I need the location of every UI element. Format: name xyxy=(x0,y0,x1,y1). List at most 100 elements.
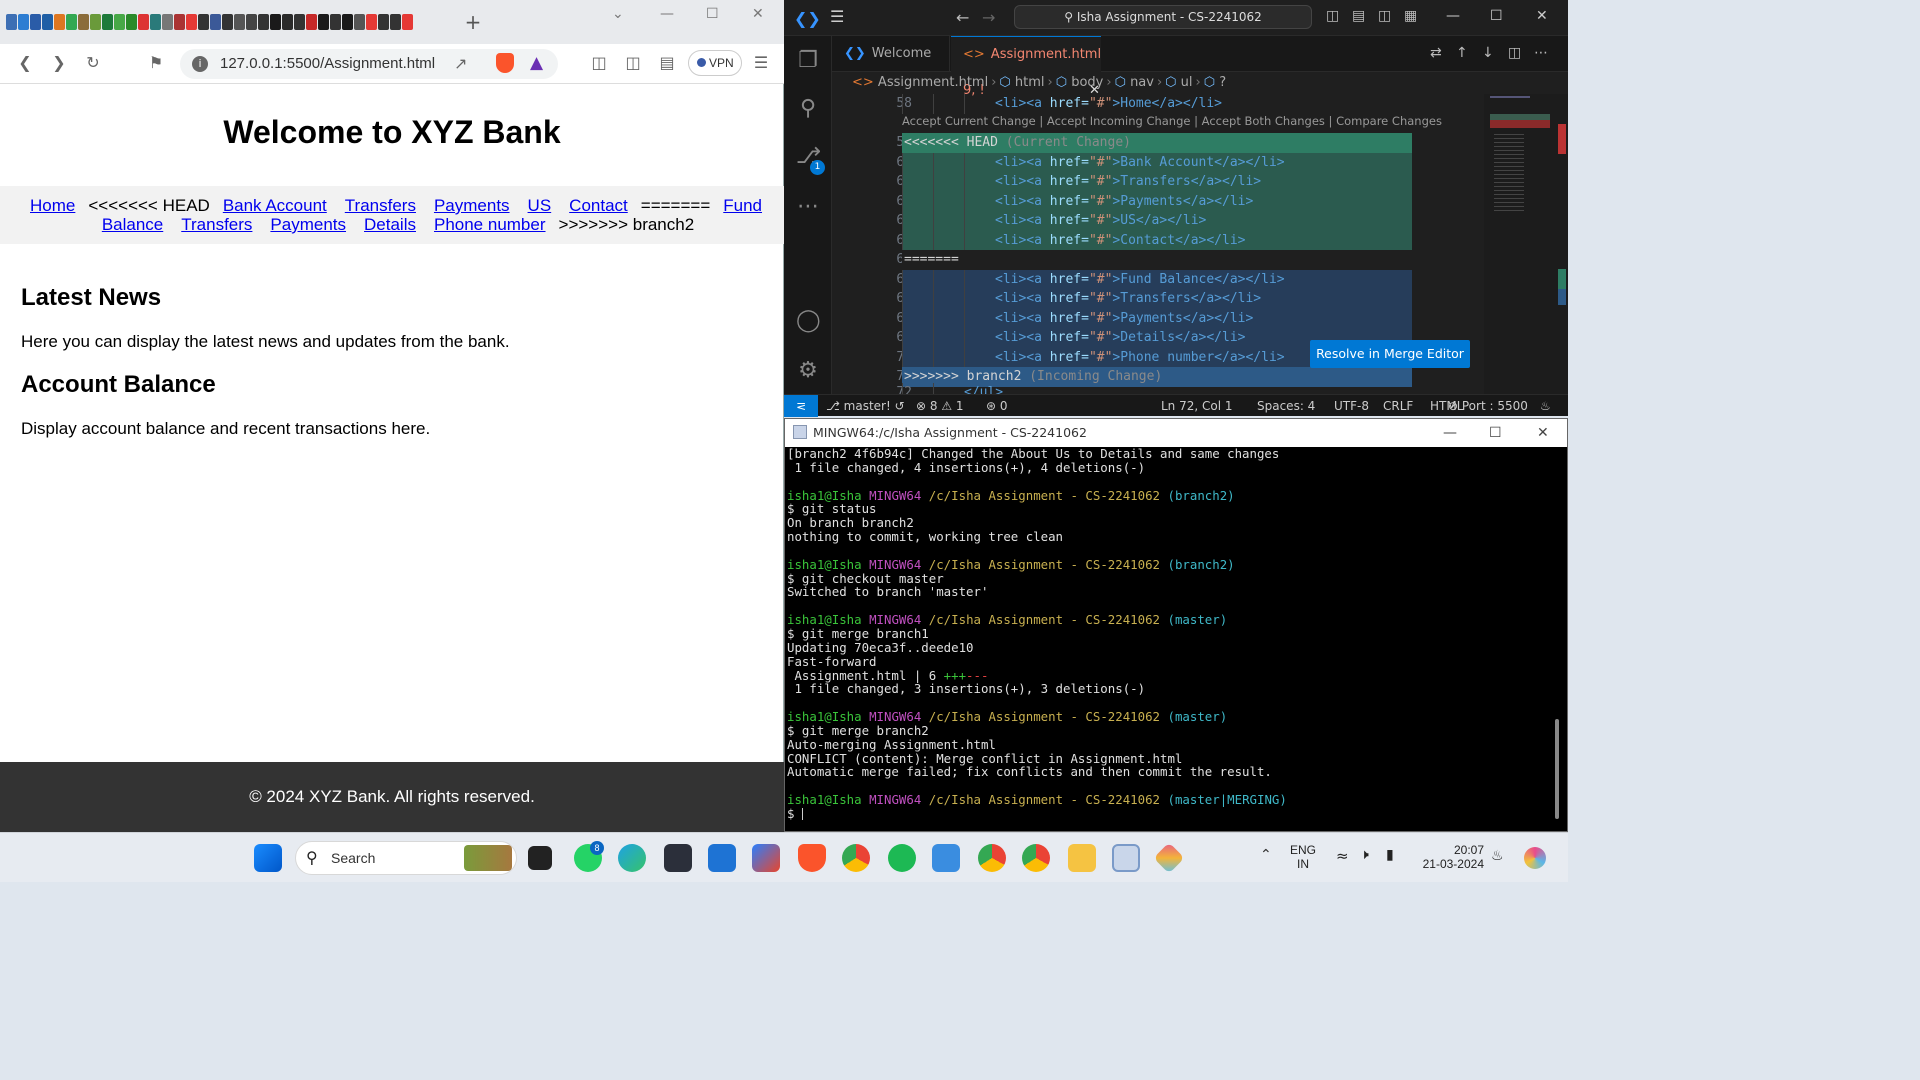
pinned-tab-favicon-icon[interactable] xyxy=(402,14,413,30)
chrome-profile-2-icon[interactable] xyxy=(1022,844,1050,872)
previous-conflict-icon[interactable]: ↑ xyxy=(1456,45,1468,61)
live-server-port[interactable]: ⊘ Port : 5500 xyxy=(1448,395,1528,417)
sidebar-icon[interactable]: ◫ xyxy=(622,53,644,72)
tab-welcome[interactable]: ❮❯ Welcome xyxy=(832,36,950,72)
breadcrumb-item[interactable]: html xyxy=(1015,75,1045,90)
resolve-in-merge-editor-button[interactable]: Resolve in Merge Editor xyxy=(1310,340,1470,368)
breadcrumb-item[interactable]: ? xyxy=(1219,75,1226,90)
indentation[interactable]: Spaces: 4 xyxy=(1257,395,1315,417)
pinned-tab-favicon-icon[interactable] xyxy=(150,14,161,30)
pinned-tab-favicon-icon[interactable] xyxy=(114,14,125,30)
forward-icon[interactable]: ❯ xyxy=(48,53,70,72)
taskbar-search[interactable]: ⚲ Search xyxy=(295,841,517,875)
nav-link[interactable]: Fund xyxy=(723,196,762,215)
address-bar[interactable]: i 127.0.0.1:5500/Assignment.html ↗ ▲ xyxy=(180,49,558,79)
wifi-icon[interactable]: ≈ xyxy=(1336,847,1349,865)
pinned-tab-favicon-icon[interactable] xyxy=(282,14,293,30)
nav-link[interactable]: Contact xyxy=(569,196,628,215)
brave-rewards-icon[interactable]: ▲ xyxy=(530,53,543,73)
ports-status[interactable]: ⊛ 0 xyxy=(986,395,1008,417)
nav-link[interactable]: Bank Account xyxy=(223,196,327,215)
pinned-tab-favicon-icon[interactable] xyxy=(138,14,149,30)
pinned-tab-favicon-icon[interactable] xyxy=(378,14,389,30)
copilot-icon[interactable] xyxy=(1524,847,1546,869)
nav-link[interactable]: Details xyxy=(364,215,416,234)
pinned-tab-favicon-icon[interactable] xyxy=(390,14,401,30)
close-icon[interactable]: ✕ xyxy=(1536,8,1548,24)
code-line[interactable]: 62 <li><a href="#">Payments</a></li> xyxy=(832,191,1522,211)
start-windows-icon[interactable] xyxy=(254,844,282,872)
mail-icon[interactable] xyxy=(708,844,736,872)
pinned-tab-favicon-icon[interactable] xyxy=(210,14,221,30)
brave-icon[interactable] xyxy=(798,844,826,872)
reload-icon[interactable]: ↻ xyxy=(82,53,104,72)
back-icon[interactable]: ❮ xyxy=(14,53,36,72)
explorer-icon[interactable]: ❐ xyxy=(796,48,820,73)
pinned-tab-favicon-icon[interactable] xyxy=(30,14,41,30)
pinned-tab-favicon-icon[interactable] xyxy=(186,14,197,30)
code-line[interactable]: 66 <li><a href="#">Fund Balance</a></li> xyxy=(832,269,1522,289)
minimize-icon[interactable]: — xyxy=(1446,8,1460,24)
code-line[interactable]: 63 <li><a href="#">US</a></li> xyxy=(832,211,1522,231)
more-icon[interactable]: ⋯ xyxy=(796,194,820,219)
pinned-tab-favicon-icon[interactable] xyxy=(342,14,353,30)
breadcrumb-item[interactable]: body xyxy=(1071,75,1103,90)
nav-link[interactable]: Home xyxy=(30,196,75,215)
vscode-taskbar-icon[interactable] xyxy=(1112,844,1140,872)
nav-link[interactable]: US xyxy=(528,196,552,215)
toggle-sidebar-icon[interactable]: ◫ xyxy=(1326,8,1339,24)
nav-link[interactable]: Payments xyxy=(434,196,510,215)
pinned-tab-favicon-icon[interactable] xyxy=(246,14,257,30)
chrome-icon[interactable] xyxy=(842,844,870,872)
wallet-icon[interactable]: ▤ xyxy=(656,53,678,72)
terminal-output[interactable]: [branch2 4f6b94c] Changed the About Us t… xyxy=(785,447,1555,831)
url-text[interactable]: 127.0.0.1:5500/Assignment.html xyxy=(220,55,435,72)
breadcrumb-item[interactable]: nav xyxy=(1130,75,1154,90)
battery-icon[interactable]: ▮ xyxy=(1386,847,1394,863)
command-center[interactable]: ⚲ Isha Assignment - CS-2241062 xyxy=(1014,5,1312,29)
clock[interactable]: 20:07 21-03-2024 xyxy=(1416,843,1484,871)
customize-layout-icon[interactable]: ▦ xyxy=(1404,8,1417,24)
maximize-icon[interactable]: ☐ xyxy=(1490,8,1503,24)
split-editor-icon[interactable]: ◫ xyxy=(1508,45,1521,61)
maximize-icon[interactable]: ☐ xyxy=(706,6,719,22)
minimap[interactable] xyxy=(1484,94,1568,394)
share-icon[interactable]: ↗ xyxy=(454,54,467,73)
pinned-tab-favicon-icon[interactable] xyxy=(54,14,65,30)
pinned-tab-favicon-icon[interactable] xyxy=(78,14,89,30)
breadcrumb-item[interactable]: Assignment.html xyxy=(878,75,988,90)
code-line[interactable]: 61 <li><a href="#">Transfers</a></li> xyxy=(832,172,1522,192)
minimize-icon[interactable]: — xyxy=(660,6,674,22)
pinned-tab-favicon-icon[interactable] xyxy=(366,14,377,30)
notepad-icon[interactable] xyxy=(932,844,960,872)
close-icon[interactable]: ✕ xyxy=(752,6,764,22)
pinned-tab-favicon-icon[interactable] xyxy=(18,14,29,30)
notification-bell-icon[interactable]: ♨ xyxy=(1491,848,1504,864)
pinned-tab-favicon-icon[interactable] xyxy=(6,14,17,30)
code-line[interactable]: 58 <li><a href="#">Home</a></li> xyxy=(832,94,1522,114)
merge-codelens[interactable]: Accept Current Change | Accept Incoming … xyxy=(902,114,1442,128)
pinned-tab-favicon-icon[interactable] xyxy=(306,14,317,30)
pinned-tab-favicon-icon[interactable] xyxy=(42,14,53,30)
code-line[interactable]: 68 <li><a href="#">Payments</a></li> xyxy=(832,308,1522,328)
show-hidden-icons-chevron-icon[interactable]: ⌃ xyxy=(1260,847,1272,863)
pinned-tab-favicon-icon[interactable] xyxy=(318,14,329,30)
extensions-icon[interactable]: ◫ xyxy=(588,53,610,72)
pinned-tab-favicon-icon[interactable] xyxy=(354,14,365,30)
line-ending[interactable]: CRLF xyxy=(1383,395,1413,417)
nav-link[interactable]: Transfers xyxy=(181,215,252,234)
menu-icon[interactable]: ☰ xyxy=(750,53,772,72)
branch-status[interactable]: ⎇ master! ↺ xyxy=(826,395,905,417)
pinned-tab-favicon-icon[interactable] xyxy=(330,14,341,30)
maximize-icon[interactable]: ☐ xyxy=(1489,419,1502,447)
spotify-icon[interactable] xyxy=(888,844,916,872)
toggle-panel-icon[interactable]: ▤ xyxy=(1352,8,1365,24)
minimize-icon[interactable]: — xyxy=(1443,419,1457,447)
pinned-tab-favicon-icon[interactable] xyxy=(222,14,233,30)
volume-muted-icon[interactable]: 🕨 xyxy=(1360,847,1369,863)
new-tab-button[interactable]: + xyxy=(460,10,486,34)
notifications-bell-icon[interactable]: ♨ xyxy=(1540,395,1551,417)
nav-link[interactable]: Balance xyxy=(102,215,163,234)
problems-status[interactable]: ⊗ 8 ⚠ 1 xyxy=(916,395,964,417)
pinned-tab-favicon-icon[interactable] xyxy=(198,14,209,30)
